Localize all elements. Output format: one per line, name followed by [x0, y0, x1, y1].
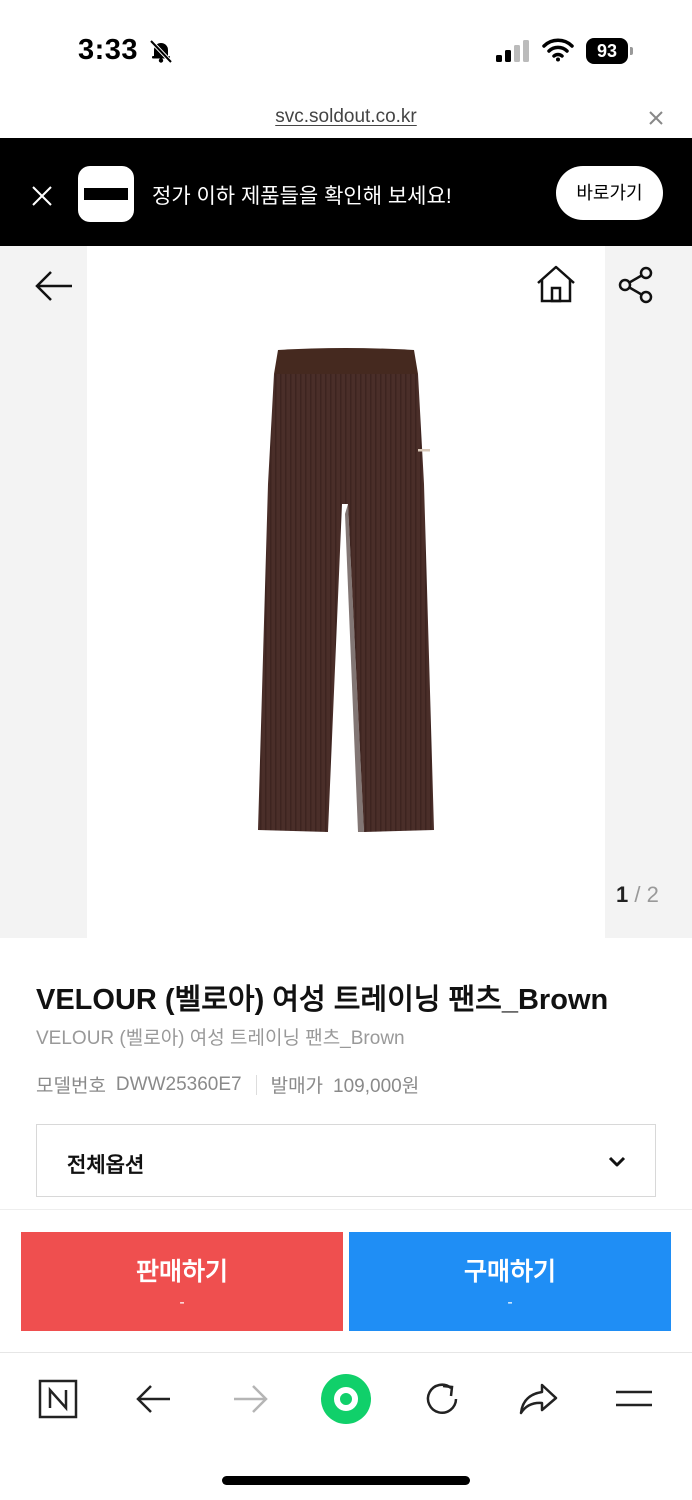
total-pages: 2 [646, 882, 659, 907]
reload-icon[interactable] [420, 1377, 464, 1421]
current-page: 1 [616, 882, 629, 907]
back-arrow-icon[interactable] [34, 266, 74, 306]
wifi-icon [542, 38, 574, 62]
promo-text: 정가 이하 제품들을 확인해 보세요! [152, 185, 452, 208]
chevron-down-icon [608, 1156, 626, 1167]
signal-icon [496, 40, 529, 62]
battery-level: 93 [586, 38, 628, 64]
option-select-label: 전체옵션 [67, 1154, 145, 1177]
meta-divider [255, 1074, 257, 1095]
buy-button-label: 구매하기 [463, 1258, 556, 1286]
close-icon[interactable] [648, 110, 664, 126]
promo-banner: 정가 이하 제품들을 확인해 보세요! 바로가기 [0, 138, 692, 246]
option-select[interactable]: 전체옵션 [36, 1124, 656, 1197]
back-icon[interactable] [132, 1377, 176, 1421]
url-text[interactable]: svc.soldout.co.kr [0, 106, 692, 128]
sell-button[interactable]: 판매하기 - [21, 1232, 343, 1331]
share-icon[interactable] [516, 1377, 560, 1421]
menu-icon[interactable] [612, 1377, 656, 1421]
model-number-label: 모델번호 [36, 1076, 106, 1097]
battery-icon: 93 [586, 38, 634, 64]
share-icon[interactable] [618, 266, 654, 304]
product-subtitle: VELOUR (벨로아) 여성 트레이닝 팬츠_Brown [36, 1028, 405, 1049]
release-price-label: 발매가 [270, 1076, 324, 1097]
naver-icon[interactable] [36, 1377, 80, 1421]
divider [0, 1209, 692, 1210]
sell-button-label: 판매하기 [135, 1258, 228, 1286]
go-now-button[interactable]: 바로가기 [556, 166, 663, 220]
home-icon[interactable] [536, 264, 576, 304]
bell-off-icon [149, 39, 173, 64]
app-logo [78, 166, 134, 222]
status-bar: 3:33 93 [0, 0, 692, 96]
close-icon[interactable] [30, 184, 54, 208]
release-price-value: 109,000원 [333, 1076, 420, 1097]
status-time: 3:33 [78, 34, 139, 66]
gallery-page-indicator: 1 / 2 [616, 882, 659, 908]
buy-button[interactable]: 구매하기 - [349, 1232, 671, 1331]
forward-icon[interactable] [228, 1377, 272, 1421]
home-indicator [222, 1476, 470, 1485]
product-image [258, 348, 434, 832]
product-meta: 모델번호 DWW25360E7 발매가 109,000원 [36, 1071, 419, 1098]
buy-button-price: - [507, 1294, 513, 1311]
url-bar[interactable]: svc.soldout.co.kr [0, 96, 692, 138]
sell-button-price: - [179, 1294, 185, 1311]
model-number-value: DWW25360E7 [115, 1073, 242, 1095]
product-title: VELOUR (벨로아) 여성 트레이닝 팬츠_Brown [36, 984, 609, 1016]
page-separator: / [634, 882, 641, 907]
naver-home-icon[interactable] [320, 1373, 372, 1425]
